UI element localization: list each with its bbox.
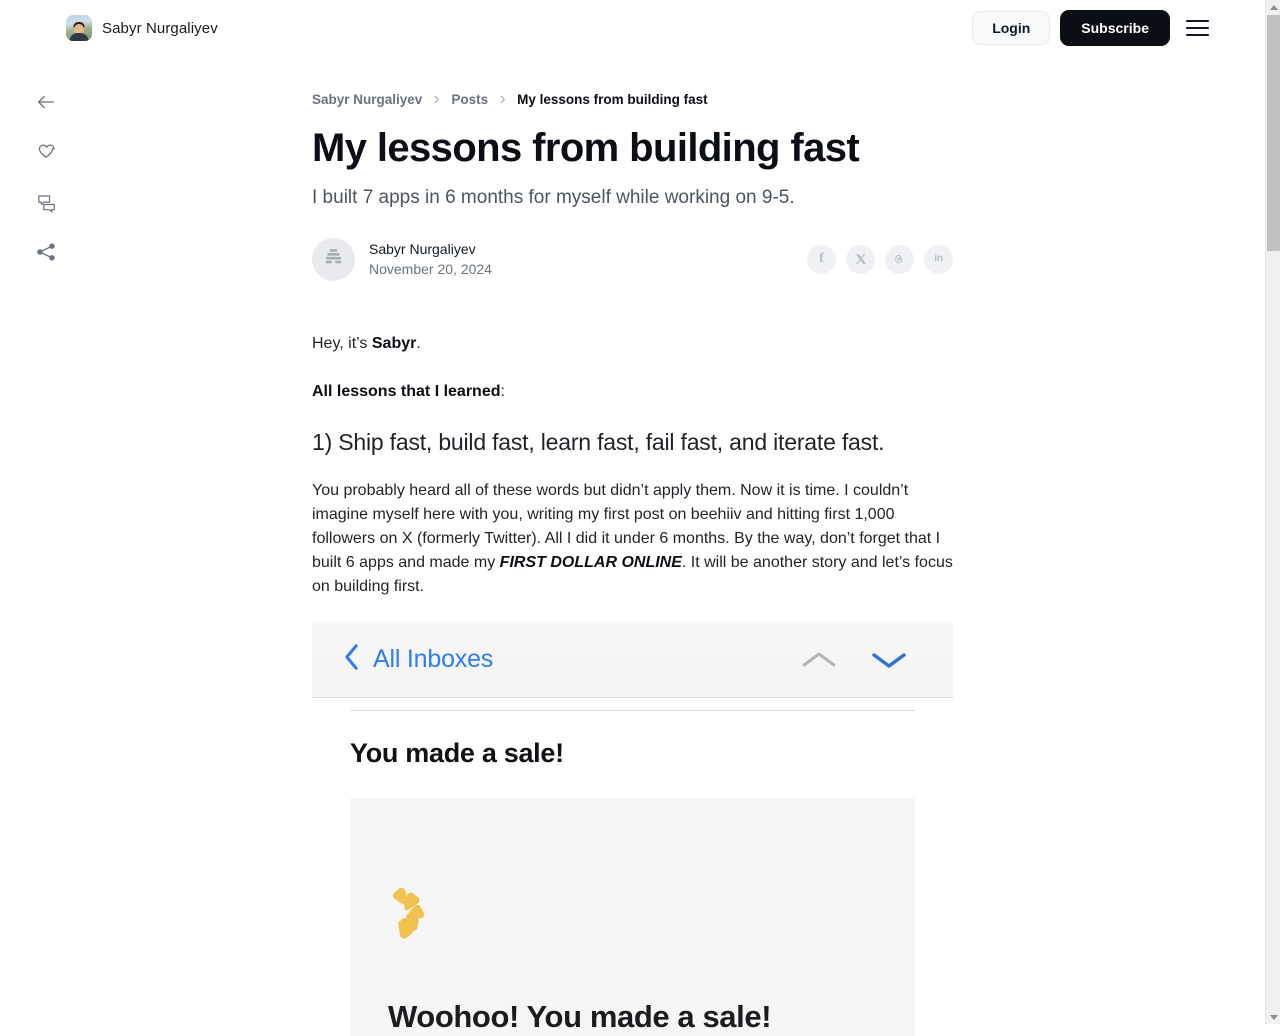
beehive-icon [323, 246, 344, 272]
scrollbar-thumb[interactable] [1267, 15, 1280, 251]
email-content-card: Woohoo! You made a sale! [350, 798, 915, 1036]
nav-actions: Login Subscribe [972, 10, 1212, 46]
lessons-colon: : [500, 383, 505, 401]
email-card-title: Woohoo! You made a sale! [388, 999, 772, 1035]
share-buttons: f in [807, 244, 953, 274]
linkedin-share-icon[interactable]: in [924, 244, 953, 274]
top-navigation-bar: Sabyr Nurgaliyev Login Subscribe [0, 0, 1265, 56]
byline-text: Sabyr Nurgaliyev November 20, 2024 [369, 239, 492, 280]
back-arrow-icon[interactable] [30, 86, 62, 118]
section-heading-1: 1) Ship fast, build fast, learn fast, fa… [312, 429, 885, 456]
chevron-down-icon[interactable] [869, 648, 909, 672]
hamburger-line [1186, 20, 1209, 22]
greeting-bold: Sabyr [371, 335, 417, 353]
brand-name: Sabyr Nurgaliyev [102, 19, 218, 37]
hamburger-line [1186, 27, 1209, 29]
lemonsqueezy-logo-icon [388, 886, 915, 942]
post-body: Hey, it’s Sabyr. All lessons that I lear… [312, 332, 953, 599]
post-subtitle: I built 7 apps in 6 months for myself wh… [312, 186, 795, 208]
chevron-right-icon [497, 94, 508, 105]
lessons-bold: All lessons that I learned [312, 383, 501, 401]
avatar-body [69, 33, 89, 41]
byline: Sabyr Nurgaliyev November 20, 2024 f in [312, 236, 953, 282]
mail-back-label: All Inboxes [373, 645, 494, 674]
login-button[interactable]: Login [972, 11, 1051, 45]
x-share-icon[interactable] [846, 244, 875, 274]
subscribe-button[interactable]: Subscribe [1060, 10, 1170, 46]
scroll-up-arrow-icon[interactable] [1266, 0, 1280, 14]
facebook-share-icon[interactable]: f [807, 244, 836, 274]
brand-home-link[interactable]: Sabyr Nurgaliyev [66, 15, 218, 41]
publish-date: November 20, 2024 [369, 261, 492, 278]
email-subject: You made a sale! [350, 738, 564, 769]
heart-icon[interactable] [30, 136, 62, 168]
author-name: Sabyr Nurgaliyev [369, 241, 476, 258]
scroll-down-arrow-icon[interactable] [1266, 1010, 1280, 1024]
paragraph-greeting: Hey, it’s Sabyr. [312, 332, 953, 356]
breadcrumb: Sabyr Nurgaliyev Posts My lessons from b… [312, 93, 953, 107]
chevron-right-icon [431, 94, 442, 105]
embedded-email-screenshot: All Inboxes You made a sale! Woohoo! You… [312, 622, 953, 1036]
comment-icon[interactable] [30, 186, 62, 218]
left-action-rail [26, 86, 66, 268]
breadcrumb-item-posts[interactable]: Posts [451, 93, 488, 107]
greeting-post: . [416, 335, 421, 353]
mail-back-button[interactable]: All Inboxes [342, 642, 493, 677]
page-title: My lessons from building fast [312, 125, 860, 170]
paragraph-lessons-intro: All lessons that I learned: [312, 380, 953, 404]
brand-avatar [66, 15, 92, 41]
paragraph-1-emphasis: FIRST DOLLAR ONLINE [499, 554, 682, 572]
hamburger-menu-icon[interactable] [1186, 15, 1212, 41]
facebook-glyph: f [819, 251, 824, 267]
greeting-pre: Hey, it’s [312, 335, 372, 353]
chevron-left-icon [342, 642, 361, 677]
share-icon[interactable] [30, 236, 62, 268]
threads-share-icon[interactable] [885, 244, 914, 274]
paragraph-1: You probably heard all of these words bu… [312, 479, 953, 599]
mail-nav-buttons [799, 648, 909, 672]
page-scrollbar[interactable] [1265, 0, 1280, 1024]
mail-toolbar: All Inboxes [312, 622, 953, 699]
article-container: Sabyr Nurgaliyev Posts My lessons from b… [312, 0, 953, 1036]
author-avatar [312, 237, 355, 281]
divider [350, 710, 915, 712]
linkedin-glyph: in [934, 253, 943, 265]
hamburger-line [1186, 34, 1209, 36]
mail-message-body: You made a sale! Woohoo! You made a sale… [312, 710, 953, 1036]
breadcrumb-item-author[interactable]: Sabyr Nurgaliyev [312, 93, 422, 107]
breadcrumb-item-current: My lessons from building fast [517, 92, 708, 107]
chevron-up-icon[interactable] [799, 648, 839, 672]
